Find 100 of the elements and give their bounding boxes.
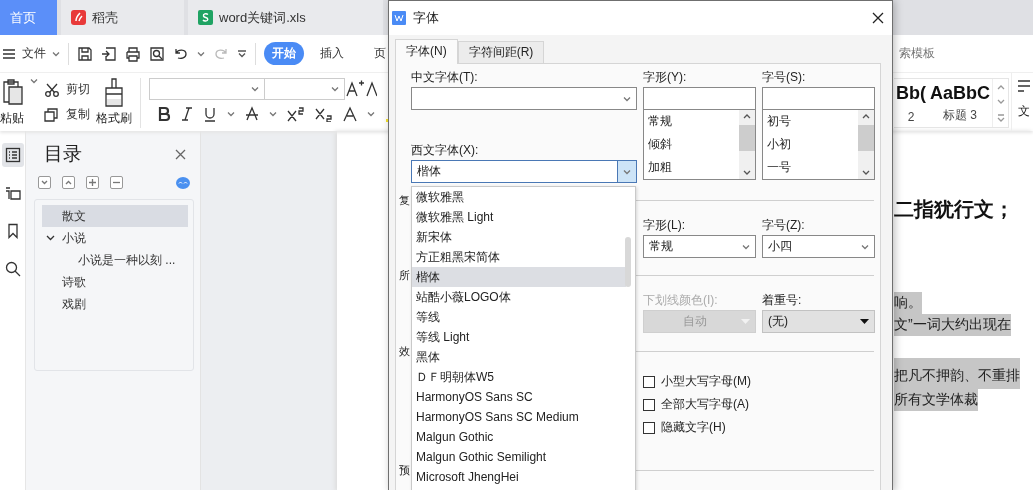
scroll-up-icon[interactable] [862, 114, 870, 119]
font-option[interactable]: Malgun Gothic Semilight [412, 447, 626, 467]
western-font-select[interactable]: 楷体 [411, 160, 637, 183]
list-option[interactable]: 倾斜 [648, 133, 739, 156]
collapse-button[interactable] [38, 176, 51, 189]
font-option[interactable]: HarmonyOS Sans SC [412, 387, 626, 407]
add-button[interactable] [86, 176, 99, 189]
cut-button[interactable]: 剪切 [44, 81, 90, 98]
list-option[interactable]: 初号 [767, 110, 858, 133]
caret-icon [623, 168, 631, 175]
save-icon[interactable] [77, 45, 93, 62]
checkbox[interactable]: 全部大写字母(A) [643, 395, 756, 414]
font-name-field[interactable] [149, 78, 265, 100]
font-option[interactable]: 黑体 [412, 347, 626, 367]
field-label: 字形(Y): [643, 69, 688, 86]
size-input[interactable] [762, 87, 875, 110]
dropdown-select[interactable]: 小四 [762, 235, 875, 258]
chinese-font-select[interactable] [411, 87, 637, 110]
outline-item[interactable]: 戏剧 [42, 293, 188, 315]
scroll-down-icon[interactable] [996, 99, 1005, 105]
group-caption: 所 [399, 267, 410, 283]
font-option[interactable]: 等线 Light [412, 327, 626, 347]
italic-icon[interactable] [181, 106, 193, 122]
outline-item[interactable]: 小说是一种以刻 ... [42, 249, 188, 271]
export-icon[interactable] [101, 45, 117, 62]
style-input[interactable] [643, 87, 756, 110]
scroll-down-icon[interactable] [743, 170, 751, 175]
list-option[interactable]: 加粗 [648, 156, 739, 179]
subscript-icon[interactable] [315, 106, 333, 122]
style-preset[interactable]: Bb( 2 [896, 79, 930, 127]
dialog-tab[interactable]: 字符间距(R) [457, 41, 545, 63]
checkbox[interactable]: 隐藏文字(H) [643, 418, 756, 437]
dropdown-select[interactable]: (无) [762, 310, 875, 333]
strikethrough-icon[interactable] [245, 106, 259, 122]
scrollbar-thumb[interactable] [858, 124, 874, 151]
outline-item[interactable]: 小说 [42, 227, 188, 249]
preview-icon[interactable] [149, 45, 165, 62]
font-option[interactable]: 微软雅黑 Light [412, 207, 626, 227]
expand-button[interactable] [62, 176, 75, 189]
triangle-down-icon [741, 319, 750, 324]
dropdown-icon[interactable] [237, 49, 247, 58]
dropdown-select[interactable]: 常规 [643, 235, 756, 258]
scroll-down-icon[interactable] [862, 170, 870, 175]
template-search[interactable]: 索模板 [899, 45, 935, 62]
printer-icon[interactable] [125, 45, 141, 62]
dialog-tab[interactable]: 字体(N) [395, 39, 458, 64]
font-option[interactable]: 楷体 [412, 267, 626, 287]
text-effect-icon[interactable] [343, 106, 357, 122]
scrollbar-thumb[interactable] [739, 124, 755, 151]
font-option[interactable]: 方正粗黑宋简体 [412, 247, 626, 267]
document-heading: 二指犹行文； [894, 197, 1015, 222]
font-option[interactable]: 微软雅黑 [412, 187, 626, 207]
bold-icon[interactable] [157, 106, 171, 122]
list-option[interactable]: 一号 [767, 156, 858, 179]
app-logo-icon [392, 11, 406, 25]
caret-icon [623, 95, 631, 102]
remove-button[interactable] [110, 176, 123, 189]
outline-item[interactable]: 散文 [42, 205, 188, 227]
app-tab[interactable]: word关键词.xls [188, 0, 383, 35]
underline-icon[interactable] [203, 106, 217, 122]
superscript-icon[interactable] [287, 106, 305, 122]
file-menu[interactable]: 文件 [2, 45, 60, 62]
ribbon-tab[interactable]: 插入 [312, 42, 352, 65]
caret-icon [742, 243, 750, 250]
list-option[interactable]: 小初 [767, 133, 858, 156]
font-option[interactable]: 站酷小薇LOGO体 [412, 287, 626, 307]
toggle-icon[interactable] [176, 176, 190, 189]
outline-item[interactable]: 诗歌 [42, 271, 188, 293]
font-size-field[interactable] [265, 78, 345, 100]
expand-icon[interactable] [996, 114, 1005, 123]
font-option[interactable]: Microsoft JhengHei [412, 467, 626, 487]
paste-button[interactable]: 粘贴 [0, 78, 24, 131]
caret-icon [52, 50, 60, 57]
scroll-up-icon[interactable] [996, 83, 1005, 90]
grow-font-icon[interactable] [345, 78, 365, 98]
document-text: 文”一词大约出现在 [894, 314, 1011, 336]
text-tool-label[interactable]: 文 [1018, 103, 1030, 120]
scrollbar-thumb[interactable] [625, 237, 631, 287]
format-painter-button[interactable]: 格式刷 [96, 78, 132, 131]
chevron-up-icon [65, 180, 72, 185]
font-option[interactable]: 新宋体 [412, 227, 626, 247]
font-option[interactable]: Malgun Gothic [412, 427, 626, 447]
field-label: 着重号: [762, 292, 803, 309]
font-option[interactable]: 等线 [412, 307, 626, 327]
font-option[interactable]: HarmonyOS Sans SC Medium [412, 407, 626, 427]
scroll-up-icon[interactable] [743, 114, 751, 119]
ribbon-tab[interactable]: 页 [366, 42, 394, 65]
field-label: 字号(Z): [762, 217, 806, 234]
caret-icon [227, 111, 235, 117]
app-tab[interactable]: 稻壳 [61, 0, 184, 35]
checkbox[interactable]: 小型大写字母(M) [643, 372, 756, 391]
list-option[interactable]: 常规 [648, 110, 739, 133]
chevron-down-icon[interactable] [46, 235, 55, 241]
font-option[interactable]: ＤＦ明朝体W5 [412, 367, 626, 387]
field-label: 中文字体(T): [411, 69, 479, 86]
copy-button[interactable]: 复制 [44, 106, 90, 123]
caret-icon [30, 78, 38, 84]
style-preset[interactable]: AaBbC 标题 3 [930, 79, 992, 127]
group-caption: 复 [399, 192, 410, 208]
close-icon[interactable] [872, 12, 884, 24]
